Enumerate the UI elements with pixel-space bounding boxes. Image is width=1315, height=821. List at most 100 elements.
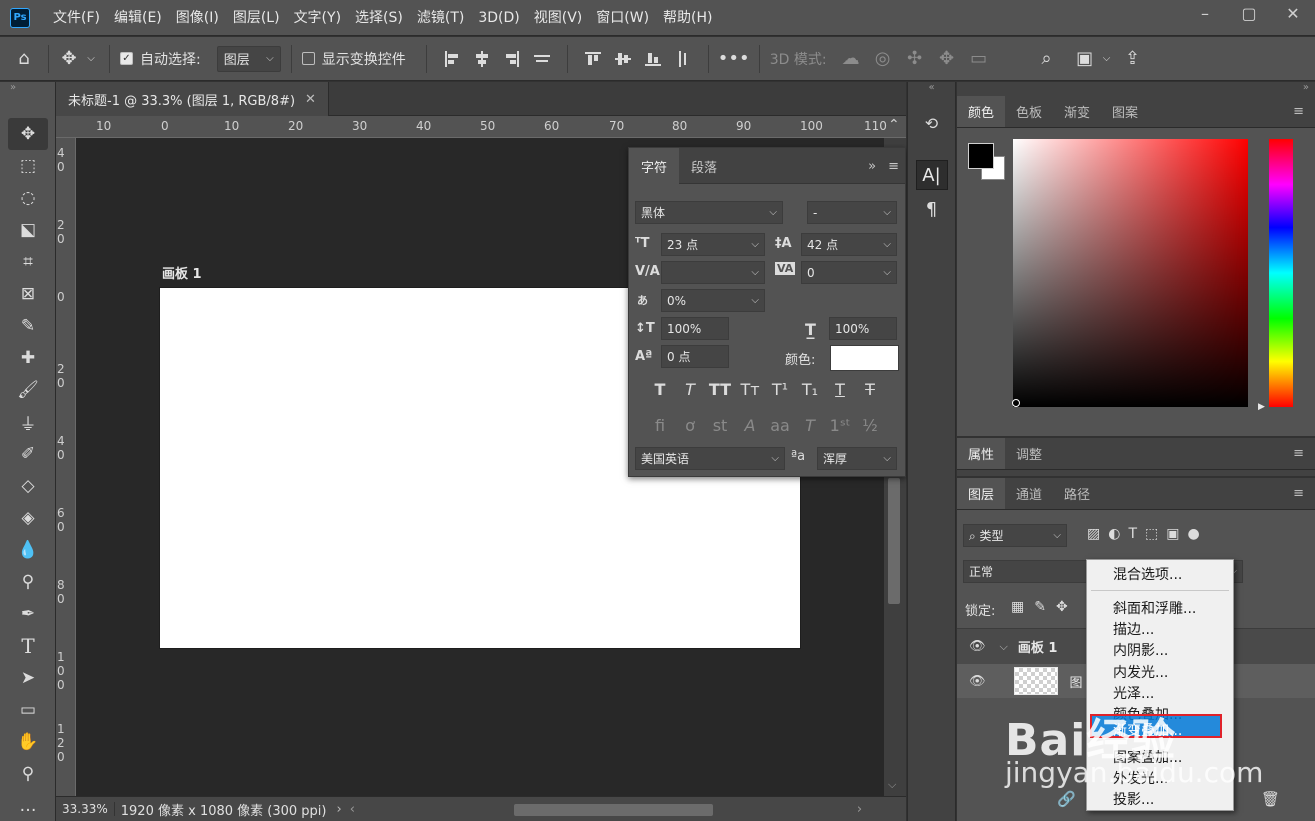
menu-window[interactable]: 窗口(W) (589, 0, 656, 36)
rectangle-tool-icon[interactable]: ▭ (8, 694, 48, 726)
menu-layer[interactable]: 图层(L) (226, 0, 287, 36)
filter-smart-object-icon[interactable]: ▣ (1166, 526, 1179, 542)
paint-bucket-tool-icon[interactable]: ◈ (8, 502, 48, 534)
antialias-select[interactable]: 浑厚 ⌵ (817, 447, 897, 470)
fractions-icon[interactable]: ½ (855, 416, 885, 435)
3d-slide-icon[interactable]: ✥ (931, 48, 963, 69)
all-caps-icon[interactable]: TT (705, 380, 735, 399)
subscript-icon[interactable]: T₁ (795, 380, 825, 399)
marquee-tool-icon[interactable]: ⬚ (8, 150, 48, 182)
path-select-tool-icon[interactable]: ➤ (8, 662, 48, 694)
faux-italic-icon[interactable]: T (675, 380, 705, 399)
chevron-down-icon[interactable]: ⌵ (83, 53, 99, 64)
ordinals-icon[interactable]: 1ˢᵗ (825, 416, 855, 435)
artboard-label[interactable]: 画板 1 (162, 263, 202, 282)
artboard-layer-name[interactable]: 画板 1 (1018, 637, 1058, 656)
maximize-button[interactable]: ▢ (1227, 0, 1271, 26)
old-style-icon[interactable]: ơ (675, 416, 705, 435)
document-tab[interactable]: 未标题-1 @ 33.3% (图层 1, RGB/8#) ✕ (56, 82, 329, 116)
close-button[interactable]: ✕ (1271, 0, 1315, 26)
hand-tool-icon[interactable]: ✋ (8, 726, 48, 758)
menu-file[interactable]: 文件(F) (46, 0, 107, 36)
vertical-ruler[interactable]: 40 20 0 20 40 60 80 100 120 (56, 138, 76, 798)
faux-bold-icon[interactable]: T (645, 380, 675, 399)
close-tab-icon[interactable]: ✕ (305, 92, 316, 107)
home-icon[interactable]: ⌂ (0, 48, 48, 69)
font-family-select[interactable]: 黑体 ⌵ (635, 201, 783, 224)
scrollbar-thumb[interactable] (888, 478, 900, 604)
swash-icon[interactable]: A (735, 416, 765, 435)
tab-paragraph[interactable]: 段落 (679, 148, 729, 184)
tab-adjustments[interactable]: 调整 (1005, 438, 1053, 469)
collapse-icon[interactable]: » (0, 82, 55, 96)
menu-item-drop-shadow[interactable]: 投影... (1113, 789, 1154, 809)
discretionary-ligature-icon[interactable]: st (705, 416, 735, 435)
auto-select-dropdown[interactable]: 图层 ⌵ (216, 45, 281, 72)
titling-icon[interactable]: T (795, 416, 825, 435)
horizontal-scale-field[interactable]: 100% (829, 317, 897, 340)
visibility-eye-icon[interactable]: 👁 (969, 674, 986, 689)
vertical-scale-field[interactable]: 100% (661, 317, 729, 340)
stamp-tool-icon[interactable]: ⏚ (8, 406, 48, 438)
panel-menu-icon[interactable]: ≡ (1282, 438, 1315, 469)
dodge-tool-icon[interactable]: ⚲ (8, 566, 48, 598)
tab-properties[interactable]: 属性 (957, 438, 1006, 469)
scrollbar-thumb[interactable] (513, 804, 713, 816)
crop-tool-icon[interactable]: ⌗ (8, 246, 48, 278)
menu-item-satin[interactable]: 光泽... (1113, 683, 1154, 703)
object-select-tool-icon[interactable]: ⬕ (8, 214, 48, 246)
color-picker-field[interactable] (1013, 139, 1248, 407)
3d-orbit-icon[interactable]: ☁ (835, 48, 867, 69)
tab-paths[interactable]: 路径 (1053, 478, 1101, 509)
menu-help[interactable]: 帮助(H) (656, 0, 719, 36)
type-tool-icon[interactable]: T (8, 630, 48, 662)
menu-select[interactable]: 选择(S) (348, 0, 410, 36)
3d-pan-icon[interactable]: ✣ (899, 48, 931, 69)
move-tool-icon[interactable]: ✥ (8, 118, 48, 150)
chevron-right-icon[interactable]: › (333, 802, 346, 817)
menu-item-inner-shadow[interactable]: 内阴影... (1113, 640, 1168, 660)
tracking-field[interactable]: 0 ⌵ (801, 261, 897, 284)
align-hcenter-icon[interactable] (467, 44, 497, 74)
tab-character[interactable]: 字符 (629, 148, 680, 184)
search-icon[interactable]: ⌕ (1023, 48, 1071, 69)
distribute-horizontal-icon[interactable] (527, 44, 557, 74)
panel-menu-icon[interactable]: ≡ (882, 148, 905, 184)
language-select[interactable]: 美国英语 ⌵ (635, 447, 785, 470)
align-bottom-icon[interactable] (638, 44, 668, 74)
link-layers-icon[interactable]: 🔗 (1057, 790, 1076, 808)
show-transform-checkbox[interactable] (301, 52, 315, 65)
lock-position-icon[interactable]: ✥ (1056, 599, 1068, 615)
ruler-scroll-up-icon[interactable]: ⌃ (888, 117, 900, 133)
tab-patterns[interactable]: 图案 (1101, 96, 1149, 127)
hue-slider[interactable] (1269, 139, 1293, 407)
zoom-level[interactable]: 33.33% (56, 802, 115, 816)
kerning-field[interactable]: ⌵ (661, 261, 765, 284)
healing-brush-tool-icon[interactable]: ✚ (8, 342, 48, 374)
align-left-icon[interactable] (437, 44, 467, 74)
delete-layer-icon[interactable]: 🗑 (1261, 790, 1280, 808)
frame-tool-icon[interactable]: ⊠ (8, 278, 48, 310)
paragraph-panel-icon[interactable]: ¶ (916, 194, 948, 224)
menu-3d[interactable]: 3D(D) (471, 0, 526, 36)
menu-item-bevel-emboss[interactable]: 斜面和浮雕... (1113, 598, 1196, 618)
small-caps-icon[interactable]: Tт (735, 380, 765, 399)
font-style-select[interactable]: - ⌵ (807, 201, 897, 224)
tab-layers[interactable]: 图层 (957, 478, 1006, 509)
panel-menu-icon[interactable]: ≡ (1282, 478, 1315, 509)
menu-item-stroke[interactable]: 描边... (1113, 619, 1154, 639)
zoom-tool-icon[interactable]: ⚲ (8, 758, 48, 790)
menu-item-blending-options[interactable]: 混合选项... (1113, 564, 1182, 584)
eraser-tool-icon[interactable]: ◇ (8, 470, 48, 502)
filter-shape-icon[interactable]: ⬚ (1145, 526, 1158, 542)
hue-slider-handle[interactable]: ▶ (1258, 402, 1265, 412)
filter-type-icon[interactable]: T (1128, 526, 1137, 542)
ligature-icon[interactable]: ﬁ (645, 416, 675, 435)
scroll-down-icon[interactable]: ⌵ (888, 778, 896, 792)
font-size-field[interactable]: 23 点 ⌵ (661, 233, 765, 256)
move-tool-icon[interactable]: ✥ (55, 48, 83, 69)
menu-type[interactable]: 文字(Y) (287, 0, 348, 36)
horizontal-ruler[interactable]: 10 0 10 20 30 40 50 60 70 80 90 100 110 … (56, 116, 906, 138)
foreground-color-swatch[interactable] (968, 143, 994, 169)
3d-camera-icon[interactable]: ▭ (963, 48, 995, 69)
